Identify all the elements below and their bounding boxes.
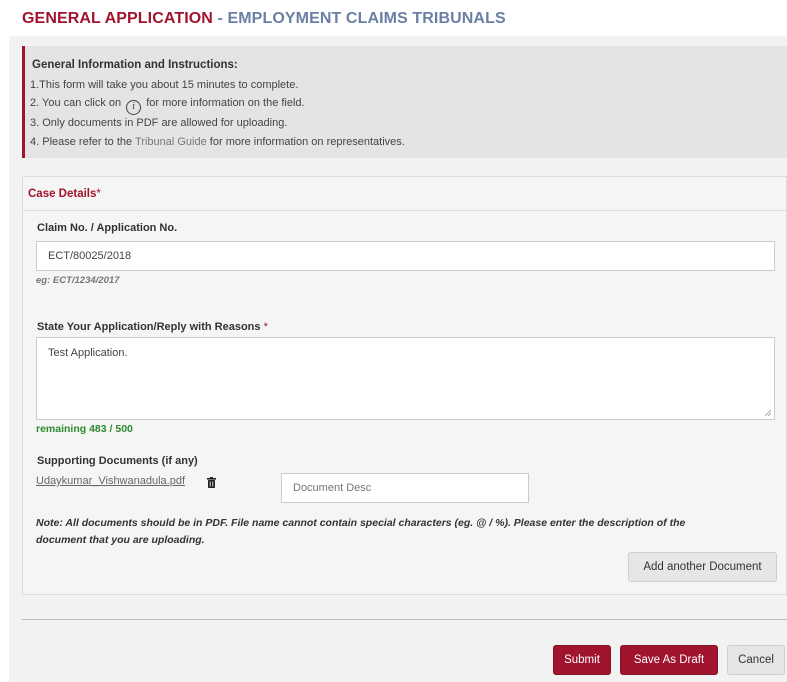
document-description-input[interactable]: [281, 473, 529, 503]
claim-number-input[interactable]: [36, 241, 775, 271]
reason-label-text: State Your Application/Reply with Reason…: [37, 321, 261, 333]
reason-textarea[interactable]: Test Application.: [36, 337, 775, 420]
instruction-line-4: 4. Please refer to the Tribunal Guide fo…: [30, 136, 405, 148]
instruction-line-1: 1.This form will take you about 15 minut…: [30, 79, 299, 91]
submit-button[interactable]: Submit: [553, 645, 611, 675]
tribunal-guide-link[interactable]: Tribunal Guide: [135, 136, 207, 148]
case-details-title: Case Details*: [28, 188, 101, 200]
page-title: GENERAL APPLICATION - EMPLOYMENT CLAIMS …: [22, 10, 506, 28]
divider: [22, 619, 787, 620]
document-file-link[interactable]: Udaykumar_Vishwanadula.pdf: [36, 475, 185, 487]
page-title-separator: -: [212, 10, 228, 27]
remaining-chars-counter: remaining 483 / 500: [36, 423, 133, 435]
documents-note-line-1: Note: All documents should be in PDF. Fi…: [36, 517, 686, 529]
add-document-button[interactable]: Add another Document: [628, 552, 777, 582]
claim-number-label: Claim No. / Application No.: [37, 222, 178, 234]
case-details-panel: Case Details* Claim No. / Application No…: [22, 176, 787, 595]
case-details-title-text: Case Details: [28, 188, 97, 200]
trash-icon[interactable]: [207, 477, 216, 488]
cancel-button[interactable]: Cancel: [727, 645, 785, 675]
info-icon: i: [126, 100, 142, 115]
supporting-docs-label: Supporting Documents (if any): [37, 455, 198, 467]
instruction-line-2-post: for more information on the field.: [146, 97, 305, 109]
instructions-heading: General Information and Instructions:: [32, 59, 238, 71]
case-details-header: Case Details*: [23, 177, 786, 211]
resize-grip-icon[interactable]: [765, 410, 771, 416]
reason-textarea-value: Test Application.: [48, 347, 128, 359]
claim-number-hint: eg: ECT/1234/2017: [36, 275, 120, 286]
instruction-line-4-pre: 4. Please refer to the: [30, 136, 133, 148]
instruction-line-2-pre: 2. You can click on: [30, 97, 122, 109]
save-draft-button[interactable]: Save As Draft: [620, 645, 718, 675]
documents-note: Note: All documents should be in PDF. Fi…: [36, 515, 776, 549]
instruction-line-4-post: for more information on representatives.: [209, 136, 405, 148]
instruction-line-2: 2. You can click on i for more informati…: [30, 97, 305, 115]
page-title-sub: EMPLOYMENT CLAIMS TRIBUNALS: [227, 10, 506, 27]
instruction-line-3: 3. Only documents in PDF are allowed for…: [30, 117, 288, 129]
instructions-box: General Information and Instructions: 1.…: [22, 46, 787, 158]
page-title-main: GENERAL APPLICATION: [22, 10, 213, 27]
reason-required-marker: *: [263, 321, 268, 333]
reason-label: State Your Application/Reply with Reason…: [37, 321, 268, 333]
documents-note-line-2: document that you are uploading.: [36, 534, 205, 546]
required-marker: *: [96, 188, 101, 200]
